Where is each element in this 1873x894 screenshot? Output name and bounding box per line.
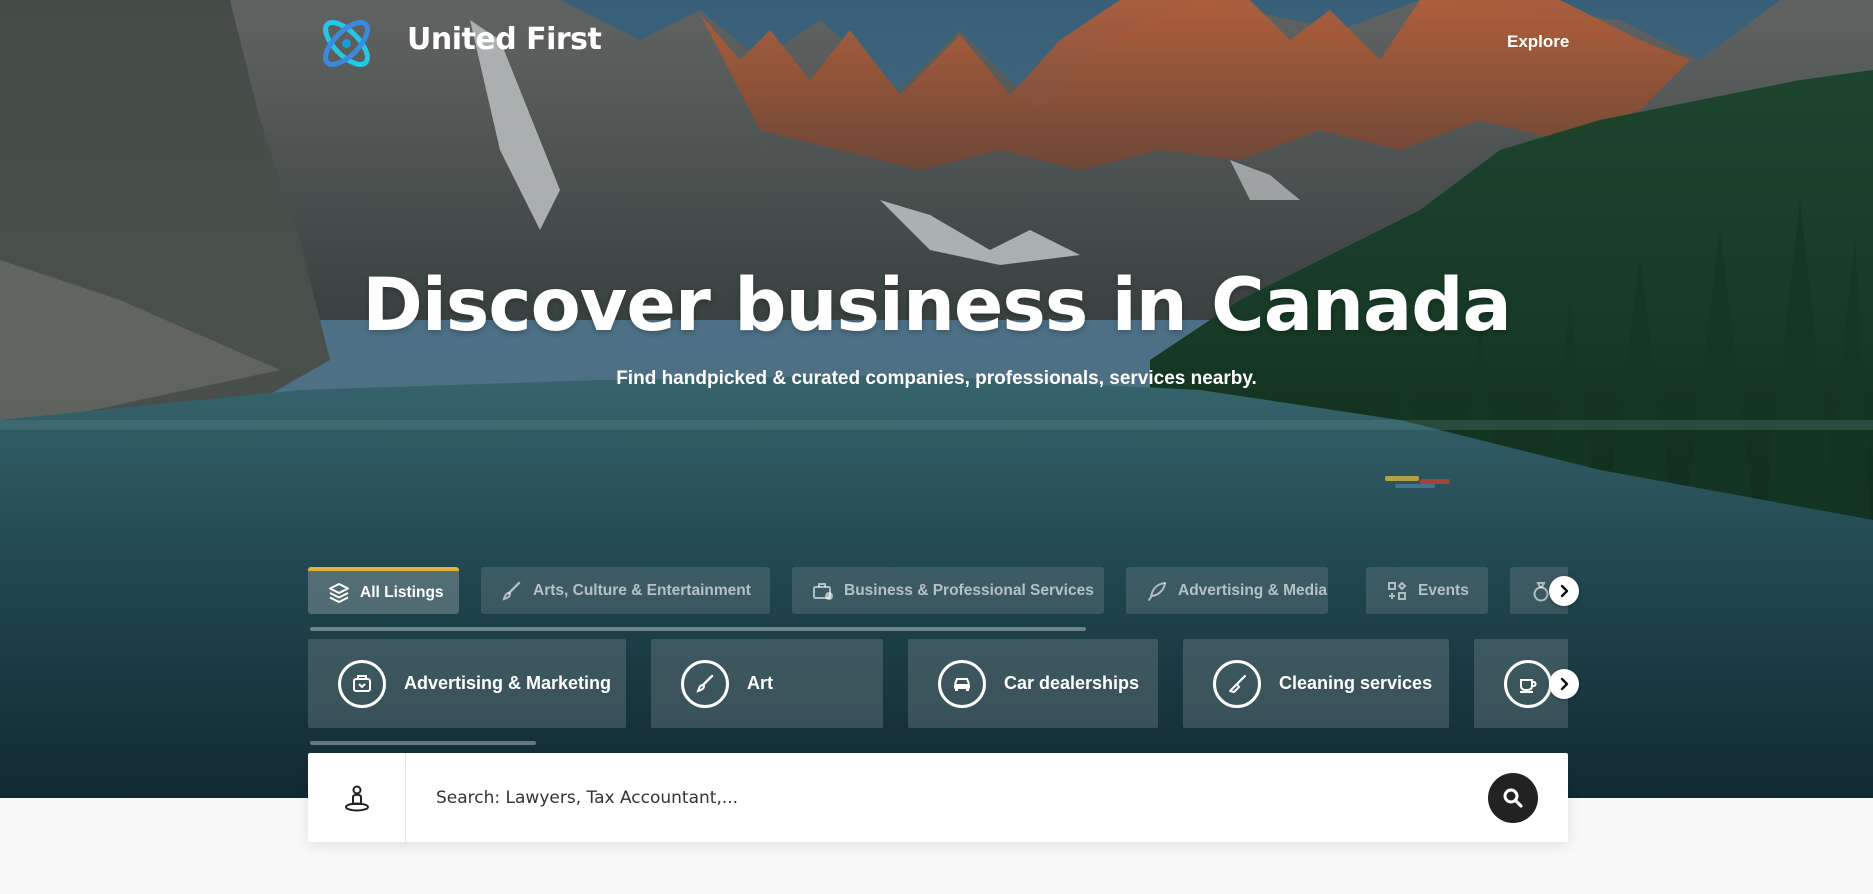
tab-label: Business & Professional Services [844,581,1094,599]
chevron-right-icon [1560,677,1569,691]
tab-label: Events [1418,581,1469,599]
tab-arts-culture-entertainment[interactable]: Arts, Culture & Entertainment [481,567,770,614]
category-cards: Advertising & Marketing Art Car dealersh… [308,639,1568,728]
category-label: Advertising & Marketing [404,673,612,693]
atom-logo-icon [323,20,370,67]
search-bar [308,753,1568,842]
tabs-scroll-right-button[interactable] [1549,576,1579,606]
category-art[interactable]: Art [651,639,883,728]
location-pin-icon [344,785,369,811]
location-button[interactable] [308,753,406,842]
listing-tabs: All Listings Arts, Culture & Entertainme… [308,567,1568,614]
hero-subheadline: Find handpicked & curated companies, pro… [616,368,1257,389]
search-icon [1503,788,1523,808]
car-icon [938,659,986,708]
brush-icon [502,581,521,601]
category-car-dealerships[interactable]: Car dealerships [908,639,1158,728]
tab-advertising-media[interactable]: Advertising & Media [1126,567,1328,614]
feather-icon [1148,581,1166,601]
brand-name[interactable]: United First [407,22,602,57]
events-icon [1388,581,1407,600]
tab-label: All Listings [360,583,444,601]
tab-business-professional-services[interactable]: Business & Professional Services [792,567,1104,614]
category-cleaning-services[interactable]: Cleaning services [1183,639,1449,728]
broom-icon [1213,659,1261,708]
tab-events[interactable]: Events [1366,567,1488,614]
tabs-scrollbar[interactable] [310,627,1086,631]
search-button[interactable] [1488,772,1538,823]
briefcase-icon [813,582,833,600]
marketing-icon [338,659,386,708]
united-first-logo[interactable] [315,12,378,75]
category-label: Cleaning services [1279,673,1433,693]
search-input[interactable] [406,753,1488,842]
paint-brush-icon [681,659,729,708]
layers-icon [329,582,349,603]
category-label: Art [747,673,773,693]
categories-scroll-right-button[interactable] [1549,669,1579,699]
tab-label: Arts, Culture & Entertainment [533,581,751,599]
nav-explore-link[interactable]: Explore [1507,32,1569,52]
category-advertising-marketing[interactable]: Advertising & Marketing [308,639,626,728]
chevron-right-icon [1560,584,1569,598]
tab-label: Advertising & Media [1178,581,1327,599]
categories-scrollbar[interactable] [310,741,536,745]
tab-all-listings[interactable]: All Listings [308,567,459,614]
coffee-icon [1504,659,1552,708]
category-label: Car dealerships [1004,673,1140,693]
hero-headline: Discover business in Canada [362,263,1512,348]
